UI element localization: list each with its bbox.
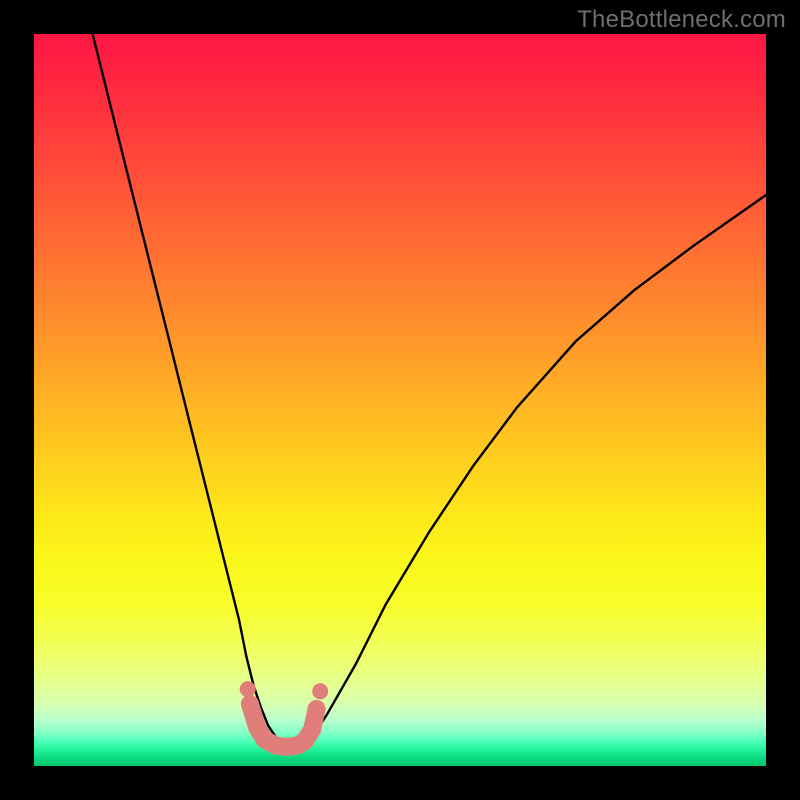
plot-area — [34, 34, 766, 766]
highlight-dot — [312, 683, 328, 699]
curve-layer — [34, 34, 766, 766]
highlight-band — [250, 704, 317, 747]
highlight-dot — [240, 681, 256, 697]
watermark-text: TheBottleneck.com — [577, 6, 786, 34]
chart-frame: TheBottleneck.com — [0, 0, 800, 800]
bottleneck-curve — [93, 34, 766, 748]
